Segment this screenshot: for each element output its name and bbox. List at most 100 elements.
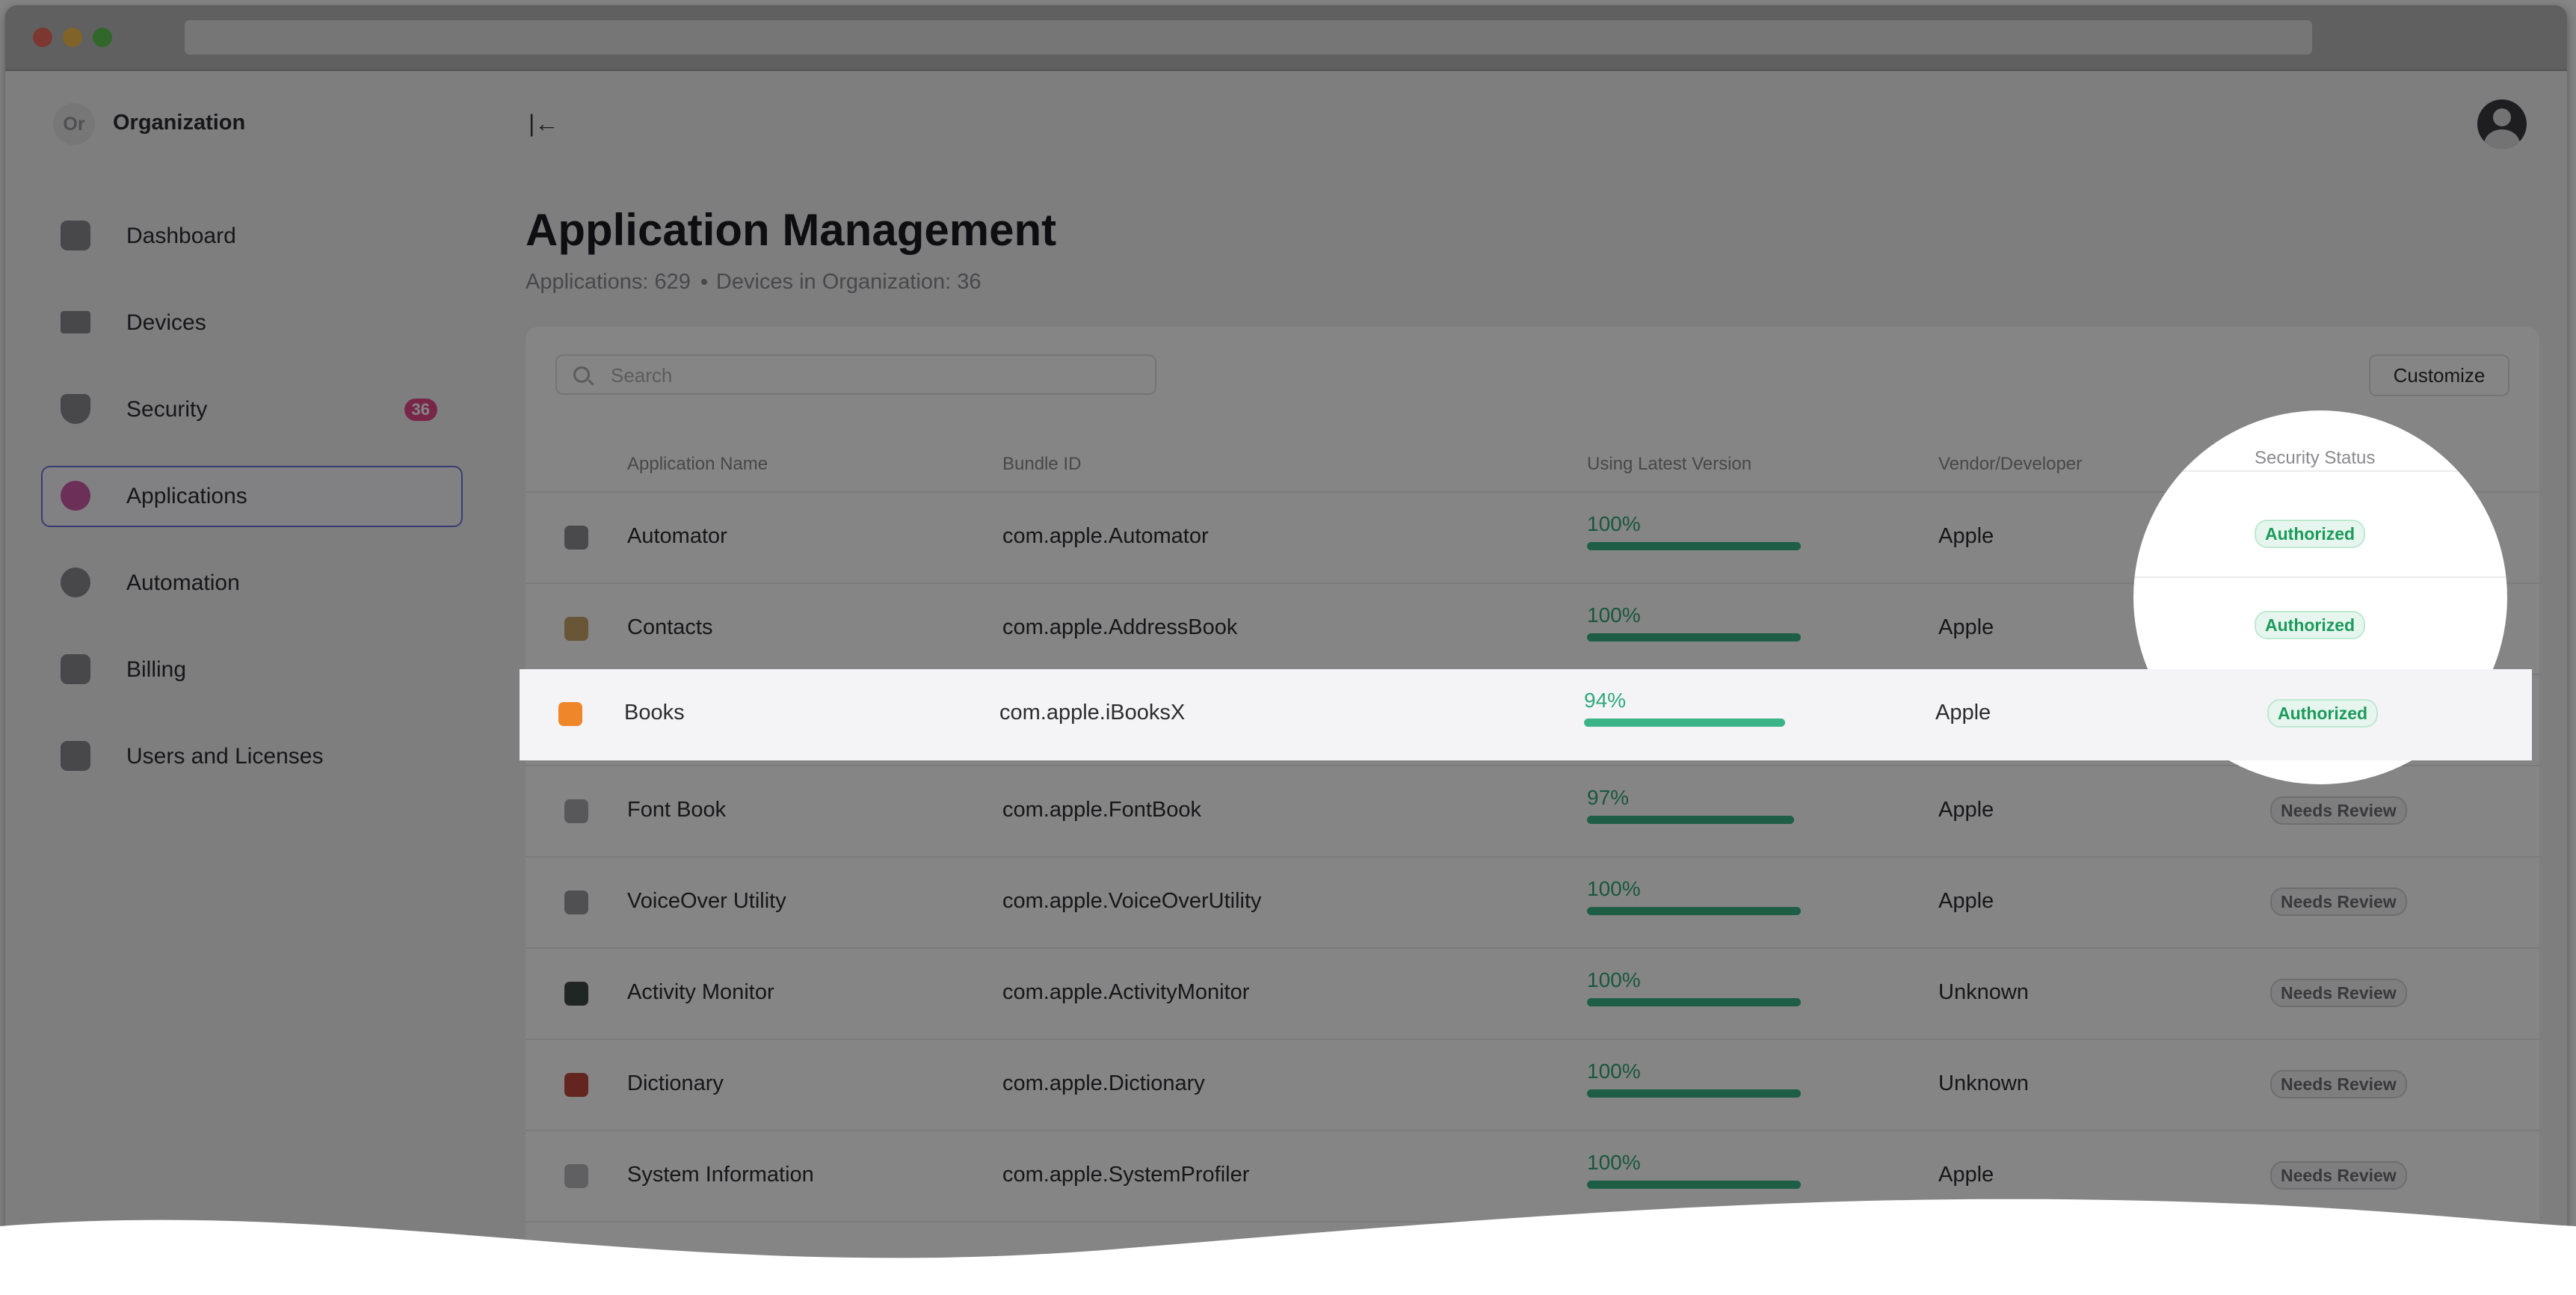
devices-icon xyxy=(61,311,90,333)
app-name: Contacts xyxy=(627,615,713,639)
vendor: Unknown xyxy=(1938,1071,2029,1095)
user-avatar[interactable] xyxy=(2477,99,2527,149)
close-window-icon[interactable] xyxy=(33,28,52,47)
security-count-badge: 36 xyxy=(404,399,437,421)
app-icon xyxy=(564,617,588,641)
page-title: Application Management xyxy=(526,205,1057,255)
sidebar-item-label: Applications xyxy=(126,484,247,508)
latest-version-bar xyxy=(1584,719,1785,727)
user-head-icon xyxy=(2493,108,2511,126)
app-name: Automator xyxy=(627,524,727,548)
customize-button[interactable]: Customize xyxy=(2369,354,2509,396)
divider xyxy=(2133,470,2507,472)
collapse-sidebar-button[interactable]: |← xyxy=(529,110,561,137)
sidebar: Or Organization Dashboard Devices Securi… xyxy=(5,71,484,1291)
app-name: Dictionary xyxy=(627,1071,724,1095)
latest-version-percent: 100% xyxy=(1587,1059,1641,1083)
bundle-id: com.apple.Automator xyxy=(1002,524,1209,548)
sidebar-item-label: Security xyxy=(126,397,208,422)
users-icon xyxy=(61,741,90,771)
table-row[interactable]: VoiceOver Utility com.apple.VoiceOverUtil… xyxy=(526,856,2539,949)
latest-version-bar xyxy=(1587,907,1801,915)
spotlight-column-header: Security Status xyxy=(2255,448,2376,468)
vendor: Apple xyxy=(1938,798,1994,822)
automation-icon xyxy=(61,567,90,597)
latest-version-percent: 97% xyxy=(1587,786,1630,809)
table-row[interactable]: Dictionary com.apple.Dictionary Unknown 100… xyxy=(526,1039,2539,1131)
status-badge: Needs Review xyxy=(2270,888,2407,916)
latest-version-percent: 100% xyxy=(1587,603,1641,627)
bundle-id: com.apple.AddressBook xyxy=(1002,615,1238,639)
separator-dot xyxy=(700,279,707,285)
app-icon xyxy=(564,982,588,1006)
sidebar-item-devices[interactable]: Devices xyxy=(41,292,463,354)
vendor: Apple xyxy=(1938,524,1994,548)
status-badge: Needs Review xyxy=(2270,979,2407,1007)
sidebar-item-billing[interactable]: Billing xyxy=(41,639,463,701)
applications-count: Applications: 629 xyxy=(526,270,691,294)
vendor: Apple xyxy=(1938,615,1994,639)
minimize-window-icon[interactable] xyxy=(63,28,82,47)
table-row[interactable]: Activity Monitor com.apple.ActivityMonito… xyxy=(526,947,2539,1040)
bundle-id: com.apple.iBooksX xyxy=(999,701,1186,725)
devices-count: Devices in Organization: 36 xyxy=(715,270,982,294)
billing-icon xyxy=(61,654,90,684)
vendor: Apple xyxy=(1938,889,1994,913)
app-icon xyxy=(564,526,588,550)
latest-version-percent: 100% xyxy=(1587,968,1641,991)
column-header-vendor[interactable]: Vendor/Developer xyxy=(1938,454,2082,475)
latest-version-percent: 100% xyxy=(1587,1151,1641,1174)
status-badge: Authorized xyxy=(2255,520,2366,548)
app-name: Books xyxy=(624,701,685,725)
title-bar xyxy=(5,5,2567,71)
org-name[interactable]: Organization xyxy=(113,111,245,135)
page-subtitle: Applications: 629 Devices in Organization… xyxy=(526,270,982,295)
status-badge: Needs Review xyxy=(2270,1070,2407,1098)
books-app-icon xyxy=(558,702,582,726)
torn-edge-decoration xyxy=(0,1199,2576,1295)
highlighted-row-books[interactable]: Books com.apple.iBooksX 94% Apple Author… xyxy=(520,669,2532,760)
dashboard-icon xyxy=(61,221,90,250)
sidebar-item-users-and-licenses[interactable]: Users and Licenses xyxy=(41,726,463,787)
divider xyxy=(2133,576,2507,578)
sidebar-item-dashboard[interactable]: Dashboard xyxy=(41,206,463,267)
shield-icon xyxy=(61,394,90,424)
vendor: Unknown xyxy=(1938,980,2029,1004)
latest-version-bar xyxy=(1587,1089,1801,1098)
status-badge: Authorized xyxy=(2255,611,2366,639)
bundle-id: com.apple.Dictionary xyxy=(1002,1071,1205,1095)
sidebar-item-security[interactable]: Security 36 xyxy=(41,379,463,440)
latest-version-percent: 100% xyxy=(1587,877,1641,900)
latest-version-bar xyxy=(1587,633,1801,642)
app-icon xyxy=(564,799,588,823)
sidebar-item-label: Users and Licenses xyxy=(126,744,324,769)
sidebar-item-label: Billing xyxy=(126,657,187,682)
table-row[interactable]: Font Book com.apple.FontBook Apple 97% Needs… xyxy=(526,765,2539,858)
sidebar-item-automation[interactable]: Automation xyxy=(41,553,463,614)
status-badge: Needs Review xyxy=(2270,796,2407,825)
search-input[interactable] xyxy=(609,363,1136,387)
maximize-window-icon[interactable] xyxy=(93,28,112,47)
org-avatar[interactable]: Or xyxy=(53,103,95,145)
address-bar[interactable] xyxy=(185,20,2312,55)
bundle-id: com.apple.VoiceOverUtility xyxy=(1002,889,1262,913)
latest-version-bar xyxy=(1587,542,1801,550)
app-name: VoiceOver Utility xyxy=(627,889,786,913)
bundle-id: com.apple.FontBook xyxy=(1002,798,1201,822)
status-badge: Authorized xyxy=(2267,699,2379,728)
latest-version-percent: 94% xyxy=(1584,689,1627,712)
sidebar-item-label: Automation xyxy=(126,570,240,595)
app-icon xyxy=(564,1073,588,1097)
latest-version-bar xyxy=(1587,816,1794,824)
column-header-latest-version[interactable]: Using Latest Version xyxy=(1587,454,1751,475)
vendor: Apple xyxy=(1935,701,1991,725)
column-header-bundle-id[interactable]: Bundle ID xyxy=(1002,454,1081,475)
bundle-id: com.apple.ActivityMonitor xyxy=(1002,980,1250,1004)
search-icon xyxy=(573,366,590,383)
column-header-application-name[interactable]: Application Name xyxy=(627,454,768,475)
latest-version-bar xyxy=(1587,998,1801,1006)
app-icon xyxy=(564,890,588,914)
search-box[interactable] xyxy=(555,354,1156,395)
latest-version-percent: 100% xyxy=(1587,512,1641,535)
sidebar-item-applications[interactable]: Applications xyxy=(41,466,463,527)
